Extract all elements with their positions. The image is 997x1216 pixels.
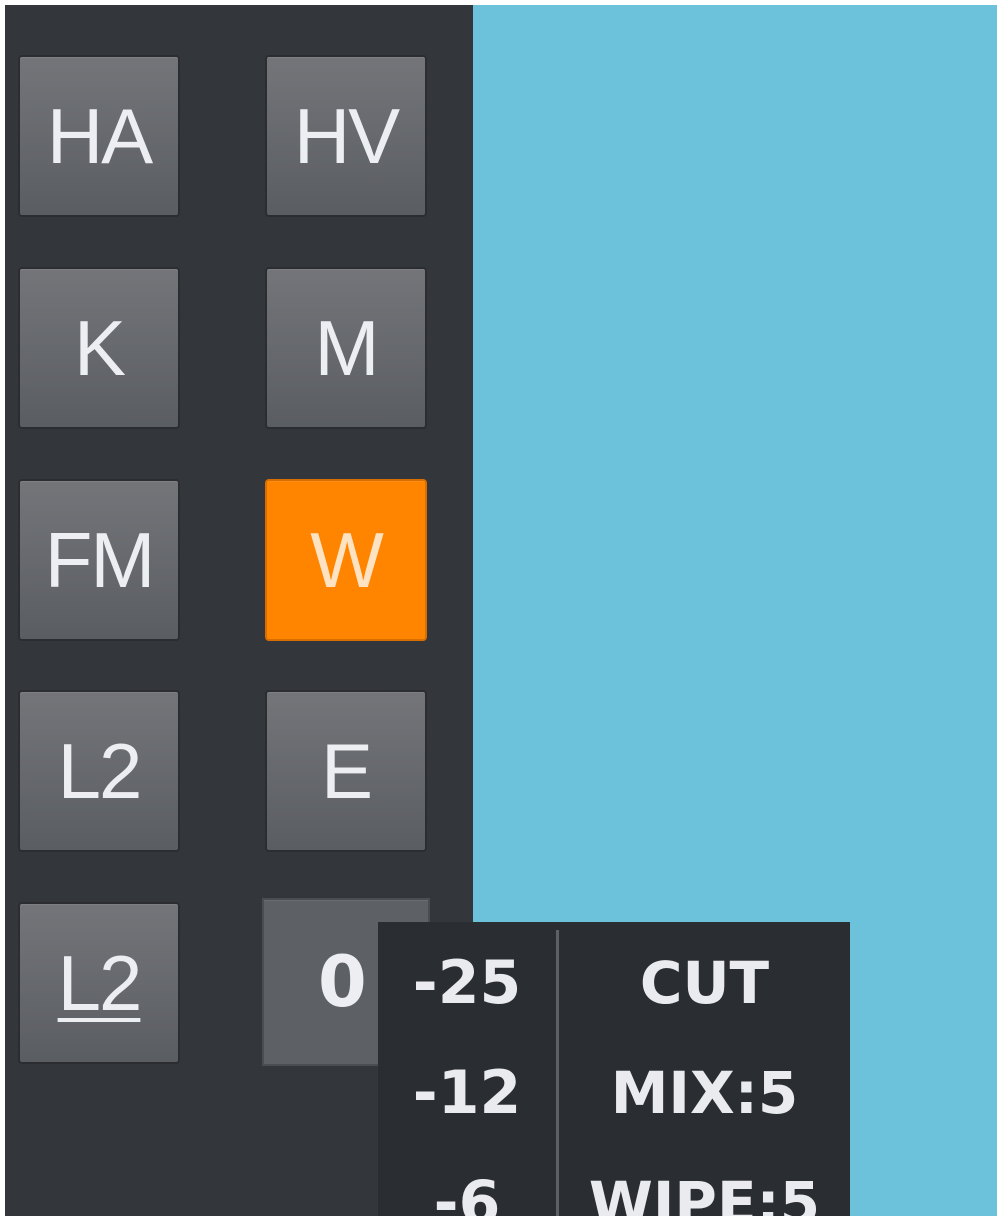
- transition-popup: -25 -12 -6 CUT MIX:5 WIPE:5: [378, 922, 850, 1216]
- level-option[interactable]: -12: [378, 1038, 556, 1148]
- k-button[interactable]: K: [18, 267, 180, 429]
- level-option[interactable]: -25: [378, 928, 556, 1038]
- transition-option[interactable]: MIX:5: [559, 1038, 850, 1148]
- l2-underlined-button[interactable]: L2: [18, 902, 180, 1064]
- transition-option[interactable]: WIPE:5: [559, 1148, 850, 1216]
- w-button[interactable]: W: [265, 479, 427, 641]
- ha-button[interactable]: HA: [18, 55, 180, 217]
- m-button[interactable]: M: [265, 267, 427, 429]
- transition-column: CUT MIX:5 WIPE:5: [559, 922, 850, 1216]
- transition-option[interactable]: CUT: [559, 928, 850, 1038]
- l2-button[interactable]: L2: [18, 690, 180, 852]
- fm-button[interactable]: FM: [18, 479, 180, 641]
- e-button[interactable]: E: [265, 690, 427, 852]
- level-option[interactable]: -6: [378, 1148, 556, 1216]
- hv-button[interactable]: HV: [265, 55, 427, 217]
- level-column: -25 -12 -6: [378, 922, 556, 1216]
